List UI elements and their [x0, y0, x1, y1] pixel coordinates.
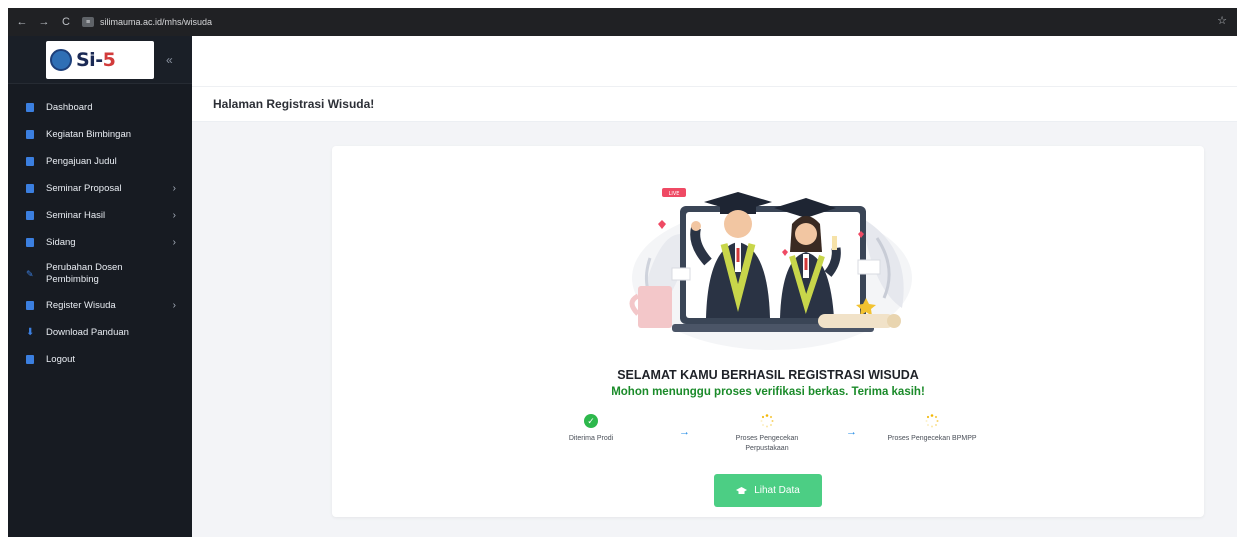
registration-status-card: LIVE SELAMAT KAMU BERHASIL REGISTRASI WI… [332, 146, 1204, 517]
sidebar-menu: Dashboard Kegiatan Bimbingan Pengajuan J… [8, 84, 192, 373]
main-content: LIVE SELAMAT KAMU BERHASIL REGISTRASI WI… [192, 122, 1237, 537]
document-icon [26, 157, 34, 166]
document-icon [26, 301, 34, 310]
dashboard-icon [26, 103, 34, 112]
sidebar-item-label: Seminar Proposal [46, 182, 122, 194]
sidebar-item-label: Seminar Hasil [46, 209, 106, 221]
sidebar-item-kegiatan-bimbingan[interactable]: Kegiatan Bimbingan [8, 121, 192, 148]
sidebar-item-register-wisuda[interactable]: Register Wisuda › [8, 292, 192, 319]
collapse-sidebar-icon[interactable]: « [166, 53, 173, 67]
sidebar: Si-5 « Dashboard Kegiatan Bimbingan Peng… [8, 36, 192, 537]
success-title: SELAMAT KAMU BERHASIL REGISTRASI WISUDA [617, 368, 919, 382]
forward-icon[interactable]: → [36, 14, 52, 30]
step-label: Diterima Prodi [568, 435, 614, 442]
document-icon [26, 184, 34, 193]
sidebar-item-label: Logout [46, 353, 76, 365]
loading-spinner-icon [925, 414, 939, 428]
url-text: silimauma.ac.id/mhs/wisuda [100, 17, 213, 27]
check-circle-icon: ✓ [584, 414, 598, 428]
loading-spinner-icon [760, 414, 774, 428]
sidebar-item-label: Pengajuan Judul [46, 155, 117, 167]
step-label: Proses Pengecekan BPMPP [887, 435, 977, 442]
brand-area: Si-5 « [8, 36, 192, 84]
graduation-cap-icon [736, 486, 748, 494]
browser-toolbar: ← → C ≡ silimauma.ac.id/mhs/wisuda ☆ [8, 8, 1237, 36]
download-icon: ⬇ [26, 327, 35, 338]
chevron-right-icon: › [172, 237, 176, 248]
arrow-right-icon: → [846, 426, 857, 438]
sidebar-item-sidang[interactable]: Sidang › [8, 229, 192, 256]
graduation-illustration: LIVE [629, 188, 912, 350]
bookmark-star-icon[interactable]: ☆ [1217, 14, 1227, 27]
sidebar-item-label: Register Wisuda [46, 299, 116, 311]
app-logo[interactable]: Si-5 [46, 40, 154, 79]
sidebar-item-seminar-proposal[interactable]: Seminar Proposal › [8, 175, 192, 202]
chevron-right-icon: › [172, 210, 176, 221]
page-title: Halaman Registrasi Wisuda! [213, 97, 375, 111]
site-info-icon[interactable]: ≡ [82, 17, 94, 27]
verification-steps: ✓ Diterima Prodi → Proses Pengecekan Per… [332, 414, 1204, 470]
lihat-data-button[interactable]: Lihat Data [714, 474, 822, 507]
address-bar[interactable]: ≡ silimauma.ac.id/mhs/wisuda [82, 17, 212, 27]
sidebar-item-label: Dashboard [46, 101, 93, 113]
sidebar-item-dashboard[interactable]: Dashboard [8, 94, 192, 121]
step-pengecekan-perpustakaan: Proses Pengecekan Perpustakaan [716, 414, 818, 454]
sidebar-item-logout[interactable]: Logout [8, 346, 192, 373]
step-pengecekan-bpmpp: Proses Pengecekan BPMPP [872, 414, 992, 444]
sidebar-item-seminar-hasil[interactable]: Seminar Hasil › [8, 202, 192, 229]
step-diterima-prodi: ✓ Diterima Prodi [556, 414, 626, 444]
verification-message: Mohon menunggu proses verifikasi berkas.… [611, 386, 925, 398]
document-icon [26, 130, 34, 139]
sidebar-item-perubahan-dosen-pembimbing[interactable]: ✎ Perubahan Dosen Pembimbing [8, 256, 192, 292]
pencil-icon: ✎ [26, 268, 34, 279]
sidebar-item-label: Kegiatan Bimbingan [46, 128, 132, 140]
reload-icon[interactable]: C [58, 14, 74, 30]
top-navbar [192, 36, 1237, 86]
back-icon[interactable]: ← [14, 14, 30, 30]
sidebar-item-label: Sidang [46, 236, 76, 248]
document-icon [26, 211, 34, 220]
sidebar-item-download-panduan[interactable]: ⬇ Download Panduan [8, 319, 192, 346]
sidebar-item-label: Perubahan Dosen Pembimbing [46, 262, 123, 285]
page-header: Halaman Registrasi Wisuda! [192, 86, 1237, 122]
document-icon [26, 238, 34, 247]
button-label: Lihat Data [754, 485, 800, 496]
chevron-right-icon: › [172, 300, 176, 311]
logout-icon [26, 355, 34, 364]
step-label: Proses Pengecekan Perpustakaan [735, 435, 799, 452]
arrow-right-icon: → [679, 426, 690, 438]
university-seal-icon [50, 48, 72, 71]
svg-text:LIVE: LIVE [669, 191, 680, 197]
sidebar-item-pengajuan-judul[interactable]: Pengajuan Judul [8, 148, 192, 175]
window-edge [0, 36, 8, 537]
logo-text: Si-5 [76, 48, 116, 71]
chevron-right-icon: › [172, 183, 176, 194]
sidebar-item-label: Download Panduan [46, 326, 129, 338]
